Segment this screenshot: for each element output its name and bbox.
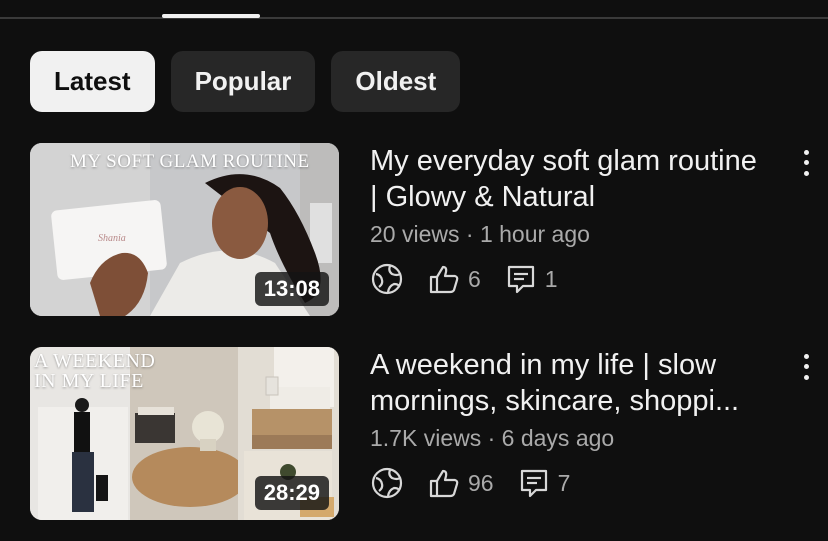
video-meta: 1.7K views · 6 days ago xyxy=(370,425,615,451)
like-count: 6 xyxy=(468,265,481,292)
video-title[interactable]: My everyday soft glam routine | Glowy & … xyxy=(370,143,770,215)
video-info: My everyday soft glam routine | Glowy & … xyxy=(370,143,770,296)
video-duration: 28:29 xyxy=(254,476,329,510)
video-duration: 13:08 xyxy=(254,272,329,306)
upload-age: 6 days ago xyxy=(501,425,615,451)
filter-chip-oldest[interactable]: Oldest xyxy=(331,51,461,112)
more-vert-icon[interactable] xyxy=(794,351,818,383)
video-meta: 20 views · 1 hour ago xyxy=(370,221,590,247)
video-thumbnail[interactable]: Shania MY SOFT GLAM ROUTINE 13:08 xyxy=(30,143,339,316)
video-stats: 6 1 xyxy=(370,262,770,296)
globe-icon xyxy=(370,262,404,296)
like-count: 96 xyxy=(468,469,494,496)
likes-stat[interactable]: 96 xyxy=(428,467,494,499)
svg-text:Shania: Shania xyxy=(98,233,126,244)
comment-icon xyxy=(518,467,550,499)
video-thumbnail[interactable]: A WEEKEND IN MY LIFE 28:29 xyxy=(30,347,339,520)
video-stats: 96 7 xyxy=(370,466,770,500)
thumbnail-caption: A WEEKEND IN MY LIFE xyxy=(34,350,156,392)
filter-chip-popular[interactable]: Popular xyxy=(170,51,316,112)
thumbnail-caption: MY SOFT GLAM ROUTINE xyxy=(70,151,310,172)
video-item[interactable]: A WEEKEND IN MY LIFE 28:29 A weekend in … xyxy=(30,347,828,522)
tabs-divider xyxy=(0,17,828,19)
comments-stat[interactable]: 7 xyxy=(518,467,571,499)
comment-icon xyxy=(505,263,537,295)
view-count: 1.7K views xyxy=(370,425,482,451)
video-title[interactable]: A weekend in my life | slow mornings, sk… xyxy=(370,347,770,419)
visibility-public xyxy=(370,262,404,296)
upload-age: 1 hour ago xyxy=(479,221,590,247)
visibility-public xyxy=(370,466,404,500)
thumbs-up-icon xyxy=(428,263,460,295)
more-vert-icon[interactable] xyxy=(794,147,818,179)
thumbs-up-icon xyxy=(428,467,460,499)
comment-count: 1 xyxy=(544,265,558,292)
comments-stat[interactable]: 1 xyxy=(505,263,558,295)
view-count: 20 views xyxy=(370,221,460,247)
filter-chip-latest[interactable]: Latest xyxy=(30,51,155,112)
active-tab-indicator xyxy=(162,14,260,18)
comment-count: 7 xyxy=(557,469,571,496)
video-info: A weekend in my life | slow mornings, sk… xyxy=(370,347,770,500)
video-item[interactable]: Shania MY SOFT GLAM ROUTINE 13:08 My eve… xyxy=(30,143,828,318)
globe-icon xyxy=(370,466,404,500)
filter-chips: Latest Popular Oldest xyxy=(30,51,461,112)
likes-stat[interactable]: 6 xyxy=(428,263,481,295)
